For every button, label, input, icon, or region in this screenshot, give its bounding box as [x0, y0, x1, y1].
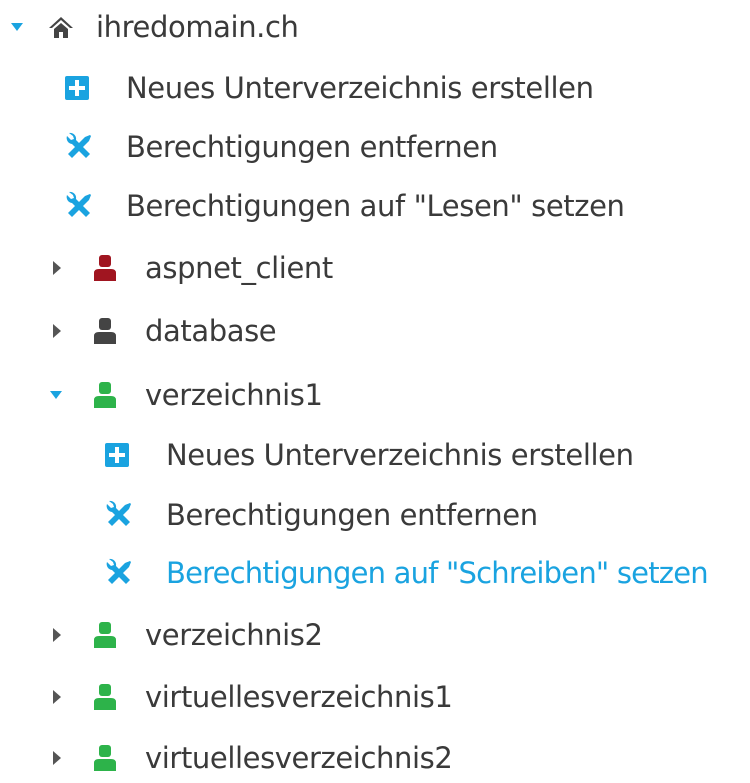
tree-node-label: virtuellesverzeichnis1 — [145, 679, 453, 714]
tree-node-label: ihredomain.ch — [96, 9, 299, 44]
tree-node-label: verzeichnis2 — [145, 617, 323, 652]
user-icon — [93, 683, 117, 711]
expanded-caret-icon[interactable] — [8, 16, 30, 38]
action-set-write-permissions[interactable]: Berechtigungen auf "Schreiben" setzen — [104, 548, 709, 598]
expanded-caret-icon[interactable] — [47, 384, 69, 406]
tree-node-virtuellesverzeichnis1[interactable]: virtuellesverzeichnis1 — [47, 672, 453, 722]
action-label: Berechtigungen auf "Lesen" setzen — [126, 188, 625, 223]
tree-node-aspnet-client[interactable]: aspnet_client — [47, 243, 333, 293]
tree-node-label: database — [145, 313, 277, 348]
tree-node-label: aspnet_client — [145, 250, 333, 285]
user-icon — [93, 381, 117, 409]
user-icon — [93, 621, 117, 649]
collapsed-caret-icon[interactable] — [47, 257, 69, 279]
plus-square-icon — [64, 75, 90, 101]
action-label: Neues Unterverzeichnis erstellen — [166, 437, 634, 472]
action-remove-permissions[interactable]: Berechtigungen entfernen — [64, 122, 498, 172]
tree-node-verzeichnis1[interactable]: verzeichnis1 — [47, 370, 323, 420]
plus-square-icon — [104, 442, 130, 468]
collapsed-caret-icon[interactable] — [47, 320, 69, 342]
tree-node-root[interactable]: ihredomain.ch — [8, 2, 299, 52]
action-set-read-permissions[interactable]: Berechtigungen auf "Lesen" setzen — [64, 181, 625, 231]
tools-icon — [104, 558, 134, 588]
tree-node-label: virtuellesverzeichnis2 — [145, 740, 453, 775]
tree-node-label: verzeichnis1 — [145, 377, 323, 412]
action-label: Berechtigungen entfernen — [166, 497, 538, 532]
action-label: Neues Unterverzeichnis erstellen — [126, 70, 594, 105]
tools-icon — [64, 132, 94, 162]
action-remove-permissions[interactable]: Berechtigungen entfernen — [104, 490, 538, 540]
tree-node-virtuellesverzeichnis2[interactable]: virtuellesverzeichnis2 — [47, 733, 453, 783]
user-icon — [93, 254, 117, 282]
action-create-subdirectory[interactable]: Neues Unterverzeichnis erstellen — [64, 63, 594, 113]
user-icon — [93, 744, 117, 772]
tools-icon — [64, 191, 94, 221]
action-create-subdirectory[interactable]: Neues Unterverzeichnis erstellen — [104, 430, 634, 480]
action-label: Berechtigungen entfernen — [126, 129, 498, 164]
collapsed-caret-icon[interactable] — [47, 624, 69, 646]
tree-node-database[interactable]: database — [47, 306, 277, 356]
action-label: Berechtigungen auf "Schreiben" setzen — [166, 555, 709, 590]
collapsed-caret-icon[interactable] — [47, 747, 69, 769]
tools-icon — [104, 500, 134, 530]
home-icon — [48, 14, 74, 40]
collapsed-caret-icon[interactable] — [47, 686, 69, 708]
user-icon — [93, 317, 117, 345]
tree-node-verzeichnis2[interactable]: verzeichnis2 — [47, 610, 323, 660]
